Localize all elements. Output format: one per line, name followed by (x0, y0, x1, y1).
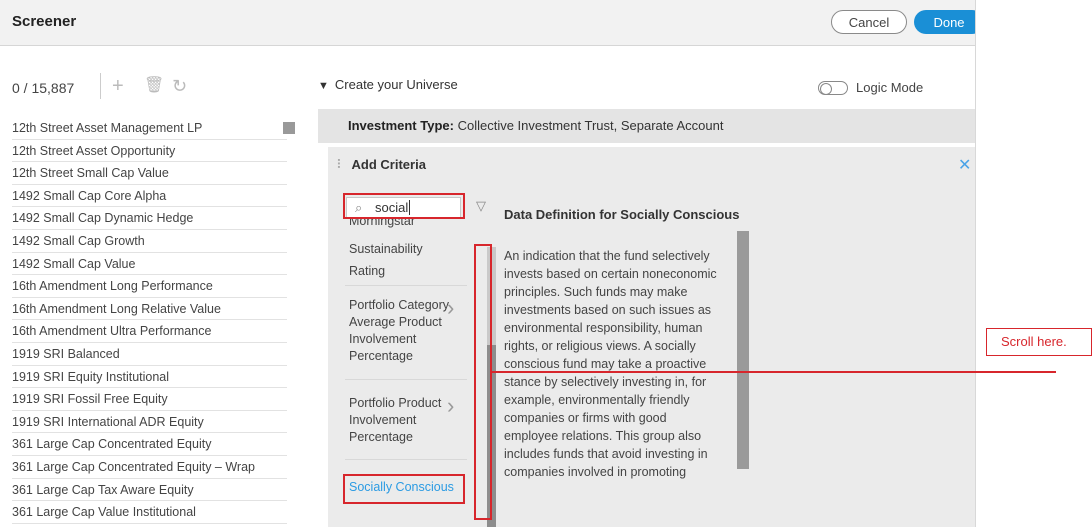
chevron-right-icon: › (447, 295, 455, 320)
list-item[interactable]: 1919 SRI International ADR Equity (12, 411, 287, 434)
list-item[interactable]: 1919 SRI Fossil Free Equity (12, 388, 287, 411)
highlight-search-box (343, 193, 465, 219)
definition-line: An indication that the fund selectively (504, 249, 710, 263)
list-item[interactable]: 12th Street Small Cap Value (12, 162, 287, 185)
cancel-button[interactable]: Cancel (831, 10, 907, 34)
logic-mode-switch[interactable] (818, 81, 848, 95)
results-panel: 0 / 15,887 + 🗑 ↻ 12th Street Asset Manag… (0, 47, 305, 527)
definition-line: investments based on such issues as (504, 303, 712, 317)
result-portfolio-category[interactable]: Portfolio Category Average Product Invol… (345, 297, 467, 365)
results-divider (345, 379, 467, 380)
app-title: Screener (12, 13, 77, 30)
refresh-icon[interactable]: ↻ (172, 73, 187, 99)
result-count: 0 / 15,887 (12, 80, 75, 96)
list-item[interactable]: 361 Large Cap Concentrated Equity – Wrap (12, 456, 287, 479)
result-rating-line[interactable]: Rating (345, 263, 467, 280)
callout-scroll-here: Scroll here. (986, 328, 1092, 356)
chevron-right-icon: › (447, 393, 455, 418)
close-icon[interactable]: ✕ (958, 155, 971, 175)
list-item[interactable]: 16th Amendment Long Performance (12, 275, 287, 298)
callout-line (491, 371, 1056, 373)
list-item[interactable]: 16th Amendment Long Relative Value (12, 298, 287, 321)
list-item[interactable]: 361 Large Cap Tax Aware Equity (12, 479, 287, 502)
trash-icon[interactable]: 🗑 (144, 73, 164, 99)
drag-handle-icon[interactable]: ⠇ (336, 157, 346, 172)
universe-workspace: ▼ Create your Universe Logic Mode Investm… (318, 47, 975, 527)
result-line: Percentage (349, 430, 413, 444)
list-item[interactable]: 1492 Small Cap Dynamic Hedge (12, 207, 287, 230)
plus-icon[interactable]: + (112, 73, 124, 99)
definition-line: environmental responsibility, human (504, 321, 703, 335)
done-button[interactable]: Done (914, 10, 975, 34)
investment-list: 12th Street Asset Management LP 12th Str… (12, 117, 287, 524)
list-item[interactable]: 1919 SRI Equity Institutional (12, 366, 287, 389)
create-universe-label: Create your Universe (334, 77, 458, 92)
caret-down-icon: ▼ (318, 80, 329, 92)
investment-type-value: Collective Investment Trust, Separate Ac… (457, 118, 724, 133)
list-item[interactable]: 16th Amendment Ultra Performance (12, 320, 287, 343)
definition-line: principles. Such funds may make (504, 285, 688, 299)
definition-line: includes funds that avoid investing in (504, 447, 708, 461)
list-item[interactable]: 361 Large Cap Value Institutional (12, 501, 287, 524)
list-item[interactable]: 1492 Small Cap Value (12, 253, 287, 276)
definition-line: rights, or religious views. A socially (504, 339, 696, 353)
list-item[interactable]: 1919 SRI Balanced (12, 343, 287, 366)
result-line: Involvement (349, 332, 417, 346)
create-universe-toggle[interactable]: ▼ Create your Universe (318, 77, 458, 92)
definition-line: stance by selectively investing in, for (504, 375, 707, 389)
result-morningstar-fragment: Morningstar (349, 219, 415, 228)
list-item[interactable]: 12th Street Asset Opportunity (12, 140, 287, 163)
investment-type-bar[interactable]: Investment Type: Collective Investment T… (318, 109, 975, 143)
investment-type-label: Investment Type: (348, 118, 454, 133)
list-item[interactable]: 12th Street Asset Management LP (12, 117, 287, 140)
title-bar: Screener Cancel Done (0, 0, 975, 46)
results-divider (345, 459, 467, 460)
list-item[interactable]: 1492 Small Cap Growth (12, 230, 287, 253)
results-divider (345, 285, 467, 286)
definition-line: employee relations. This group also (504, 429, 702, 443)
result-line: Percentage (349, 349, 413, 363)
list-item[interactable]: 1492 Small Cap Core Alpha (12, 185, 287, 208)
highlight-scrollbar (474, 244, 492, 520)
definition-line: example, environmentally friendly (504, 393, 690, 407)
result-portfolio-product[interactable]: Portfolio Product Involvement Percentage… (345, 395, 467, 446)
add-criteria-header: ⠇ Add Criteria (336, 157, 426, 173)
definition-text: An indication that the fund selectively … (504, 247, 736, 481)
result-sustainability-line[interactable]: Sustainability (345, 241, 467, 258)
definition-title: Data Definition for Socially Conscious (504, 207, 740, 222)
definition-scrollbar-thumb[interactable] (737, 231, 749, 469)
definition-line: companies or firms with good (504, 411, 667, 425)
definition-line: companies involved in promoting (504, 465, 687, 479)
list-item[interactable]: 361 Large Cap Concentrated Equity (12, 433, 287, 456)
toolbar-divider (100, 73, 101, 99)
add-criteria-title: Add Criteria (351, 157, 426, 172)
logic-mode-label: Logic Mode (856, 80, 924, 95)
highlight-socially-conscious (343, 474, 465, 504)
filter-icon[interactable]: ▽ (476, 198, 486, 214)
definition-line: invests based on certain noneconomic (504, 267, 717, 281)
list-scrollbar-thumb[interactable] (283, 122, 295, 134)
